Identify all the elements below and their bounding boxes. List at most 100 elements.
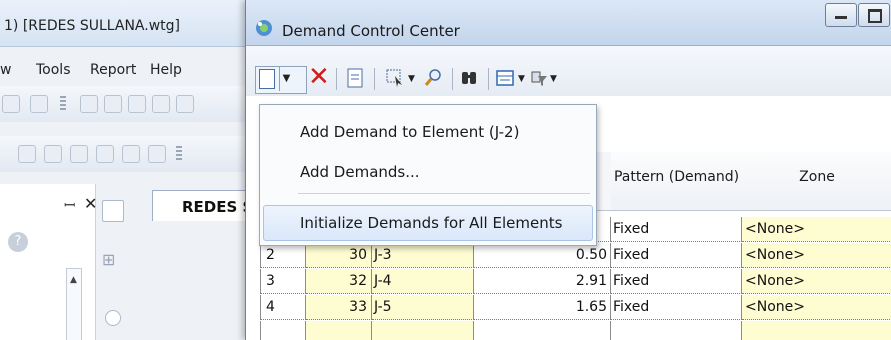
background-window: 1) [REDES SULLANA.wtg] w Tools Report He… (0, 0, 260, 340)
dialog-title-bar: Demand Control Center (246, 0, 891, 46)
columns-icon[interactable] (496, 68, 514, 88)
menu-item-tools[interactable]: Tools (36, 62, 71, 78)
dialog-toolbar (246, 46, 891, 96)
select-dropdown-icon[interactable]: ▼ (408, 74, 415, 84)
filter-icon[interactable] (530, 68, 548, 88)
zoom-extents-icon[interactable] (104, 95, 122, 113)
maximize-button[interactable] (858, 3, 890, 27)
toolbar-separator (488, 68, 489, 90)
drawing-tool-strip: ⊞ (98, 184, 128, 340)
pointer-icon[interactable] (102, 200, 124, 222)
row-id (306, 321, 372, 340)
nav-icon[interactable] (2, 95, 20, 113)
row-label (372, 321, 474, 340)
toolbar-separator (374, 68, 375, 90)
row-pattern[interactable]: Fixed (611, 295, 742, 320)
menu-item-add-demand-to-element[interactable]: Add Demand to Element (J-2) (260, 115, 596, 149)
row-demand[interactable] (474, 321, 611, 340)
table-row-partial[interactable] (260, 321, 891, 340)
row-zone[interactable]: <None> (742, 269, 891, 294)
dialog-title: Demand Control Center (282, 22, 460, 40)
column-header-zone[interactable]: Zone (742, 152, 891, 211)
row-zone[interactable]: <None> (742, 295, 891, 320)
row-demand[interactable]: 2.91 (474, 269, 611, 294)
minimize-button[interactable] (825, 3, 857, 27)
select-icon[interactable] (386, 68, 404, 88)
row-index: 2 (260, 243, 306, 268)
binoculars-icon[interactable] (30, 95, 48, 113)
zoom-out-icon[interactable] (152, 95, 170, 113)
background-toolbar-2 (0, 136, 260, 172)
row-zone[interactable]: <None> (742, 243, 891, 268)
background-menu-bar: w Tools Report Help (0, 56, 260, 82)
toolbar-grip[interactable] (60, 96, 66, 112)
menu-item-help[interactable]: Help (150, 62, 182, 78)
row-pattern[interactable]: Fixed (611, 217, 742, 242)
menu-separator (298, 193, 590, 194)
table-icon[interactable] (148, 145, 166, 163)
row-demand[interactable]: 1.65 (474, 295, 611, 320)
row-pattern[interactable] (611, 321, 742, 340)
column-header-pattern[interactable]: Pattern (Demand) (611, 152, 743, 211)
table-row[interactable]: 4 33 J-5 1.65 Fixed <None> (260, 295, 891, 321)
pin-icon[interactable]: ꟷ (64, 196, 75, 215)
background-toolbar-1 (0, 86, 260, 122)
scroll-up-icon[interactable]: ▲ (70, 275, 77, 285)
network-icon[interactable] (122, 145, 140, 163)
row-id: 33 (306, 295, 372, 320)
menu-item-label: Add Demands... (300, 163, 420, 181)
new-dropdown-menu: Add Demand to Element (J-2) Add Demands.… (259, 104, 597, 246)
dropdown-icon[interactable]: ▼ (279, 67, 293, 91)
layout-icon[interactable] (18, 145, 36, 163)
background-window-title: 1) [REDES SULLANA.wtg] (4, 18, 180, 34)
zoom-in-icon[interactable] (128, 95, 146, 113)
document-tab-label: REDES S (182, 198, 254, 216)
circle-icon[interactable] (105, 310, 121, 326)
new-icon[interactable] (259, 69, 275, 89)
close-icon[interactable]: ✕ (84, 194, 97, 213)
row-zone[interactable]: <None> (742, 217, 891, 242)
row-demand[interactable]: 0.50 (474, 243, 611, 268)
row-zone[interactable] (742, 321, 891, 340)
zoom-window-icon[interactable] (80, 95, 98, 113)
menu-item-add-demands[interactable]: Add Demands... (260, 155, 596, 189)
row-label: J-3 (372, 243, 474, 268)
compute-icon[interactable] (44, 145, 62, 163)
menu-item-view[interactable]: w (0, 62, 11, 78)
zone-header-label: Zone (799, 169, 835, 185)
row-pattern[interactable]: Fixed (611, 269, 742, 294)
row-label: J-5 (372, 295, 474, 320)
report-icon[interactable] (346, 68, 364, 88)
row-index: 4 (260, 295, 306, 320)
menu-item-report[interactable]: Report (90, 62, 136, 78)
pattern-header-label: Pattern (Demand) (613, 169, 740, 185)
demand-control-center-dialog: Demand Control Center ▼ ✕ ▼ ▼ ▼ Pattern … (245, 0, 891, 340)
menu-item-initialize-demands[interactable]: Initialize Demands for All Elements (263, 205, 593, 241)
row-id: 30 (306, 243, 372, 268)
menu-item-label: Add Demand to Element (J-2) (300, 123, 520, 141)
delete-icon[interactable]: ✕ (308, 62, 330, 92)
row-pattern[interactable]: Fixed (611, 243, 742, 268)
columns-dropdown-icon[interactable]: ▼ (518, 74, 525, 84)
filter-dropdown-icon[interactable]: ▼ (550, 74, 557, 84)
maximize-icon (868, 9, 882, 23)
tool-icon[interactable]: ⊞ (102, 250, 122, 270)
table-row[interactable]: 2 30 J-3 0.50 Fixed <None> (260, 243, 891, 269)
toolbar-separator (336, 68, 337, 90)
row-index (260, 321, 306, 340)
zoom-previous-icon[interactable] (176, 95, 194, 113)
zoom-icon[interactable] (424, 68, 442, 88)
toolbar-separator (452, 68, 453, 90)
background-title-bar: 1) [REDES SULLANA.wtg] (0, 0, 260, 47)
help-icon[interactable]: ? (8, 232, 28, 252)
minimize-icon (835, 16, 847, 19)
toolbar-grip-2[interactable] (176, 146, 182, 162)
row-label: J-4 (372, 269, 474, 294)
row-index: 3 (260, 269, 306, 294)
profile-icon[interactable] (70, 145, 88, 163)
graph-icon[interactable] (96, 145, 114, 163)
row-id: 32 (306, 269, 372, 294)
find-icon[interactable] (460, 68, 478, 88)
table-row[interactable]: 3 32 J-4 2.91 Fixed <None> (260, 269, 891, 295)
demand-app-icon (256, 20, 272, 36)
